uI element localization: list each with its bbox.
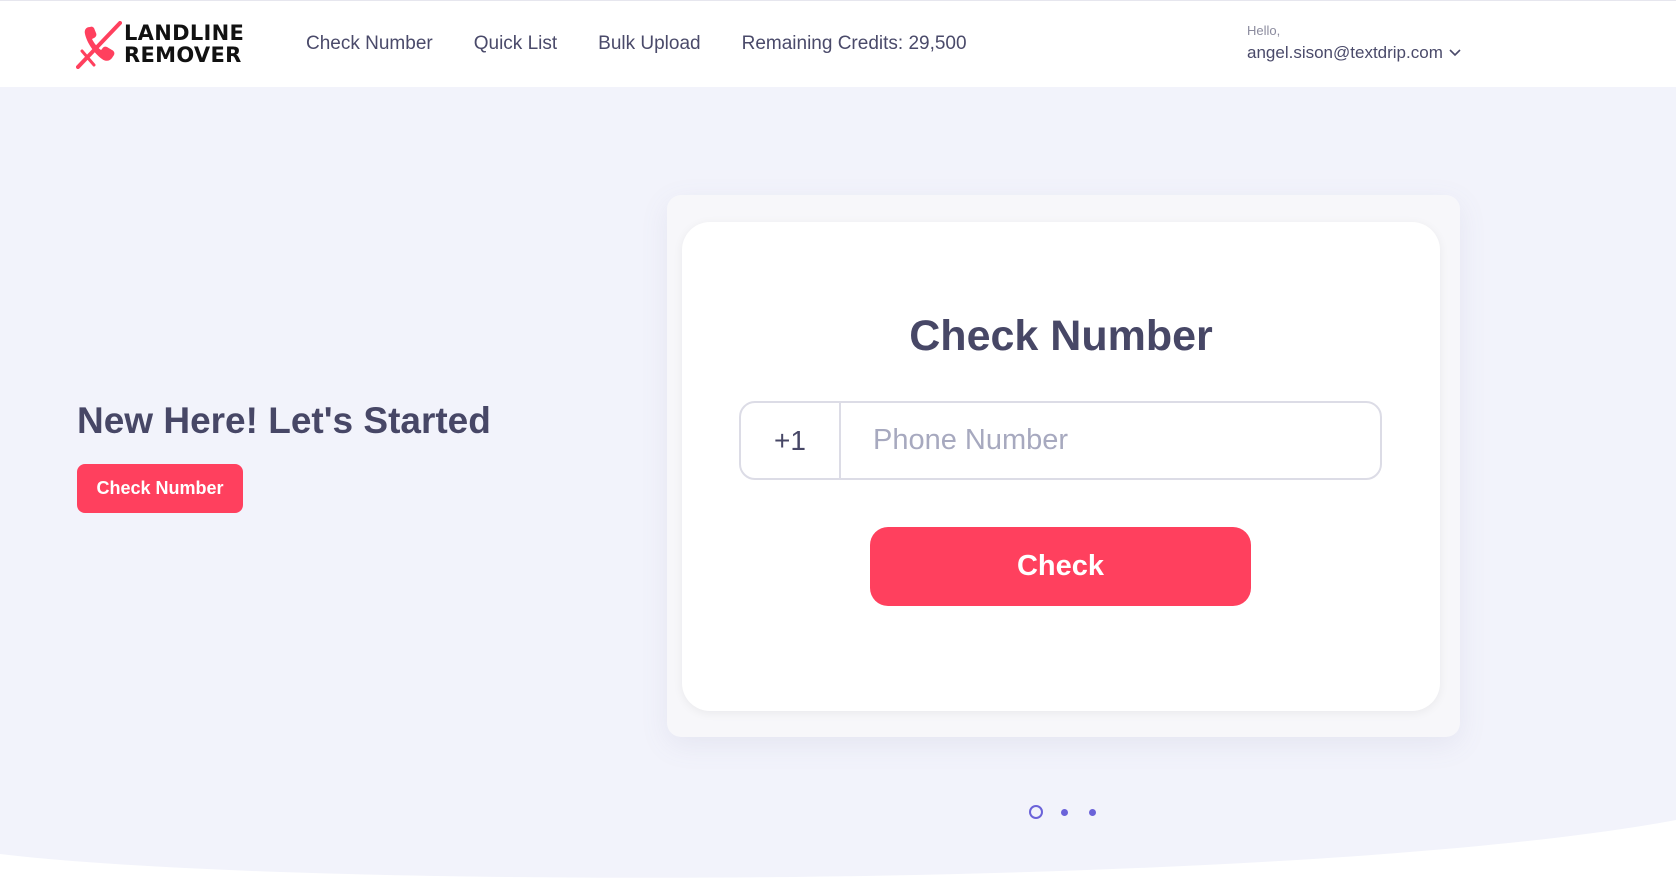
phone-number-input[interactable] <box>841 403 1380 478</box>
nav-quick-list[interactable]: Quick List <box>474 33 557 55</box>
main-nav: Check Number Quick List Bulk Upload Rema… <box>306 33 967 55</box>
nav-bulk-upload[interactable]: Bulk Upload <box>598 33 700 55</box>
user-menu[interactable]: Hello, angel.sison@textdrip.com <box>1247 23 1461 64</box>
phone-input-group: +1 <box>739 401 1382 480</box>
check-number-card: Check Number +1 Check <box>682 222 1440 711</box>
page: LANDLINE REMOVER Check Number Quick List… <box>0 0 1676 890</box>
check-button[interactable]: Check <box>870 527 1251 606</box>
carousel-dots <box>1029 804 1099 820</box>
logo[interactable]: LANDLINE REMOVER <box>76 21 254 69</box>
carousel-dot-1[interactable] <box>1029 805 1043 819</box>
nav-check-number[interactable]: Check Number <box>306 33 433 55</box>
country-code: +1 <box>741 403 841 478</box>
hero-check-number-button[interactable]: Check Number <box>77 464 243 513</box>
user-email-row[interactable]: angel.sison@textdrip.com <box>1247 42 1461 64</box>
top-navigation-bar: LANDLINE REMOVER Check Number Quick List… <box>0 0 1676 87</box>
chevron-down-icon[interactable] <box>1449 49 1461 57</box>
user-email: angel.sison@textdrip.com <box>1247 43 1443 62</box>
logo-text: LANDLINE REMOVER <box>124 22 244 66</box>
remaining-credits: Remaining Credits: 29,500 <box>741 33 967 54</box>
carousel-dot-3[interactable] <box>1089 809 1096 816</box>
logo-line-1: LANDLINE <box>124 21 245 45</box>
check-number-card-container: Check Number +1 Check <box>667 195 1460 737</box>
card-title: Check Number <box>909 312 1213 360</box>
user-greeting: Hello, <box>1247 23 1281 38</box>
logo-line-2: REMOVER <box>124 43 242 67</box>
carousel-dot-2[interactable] <box>1061 809 1068 816</box>
bottom-wave-decoration <box>0 820 1676 890</box>
hero-title: New Here! Let's Started <box>77 400 491 441</box>
crossed-phone-icon <box>76 21 122 69</box>
